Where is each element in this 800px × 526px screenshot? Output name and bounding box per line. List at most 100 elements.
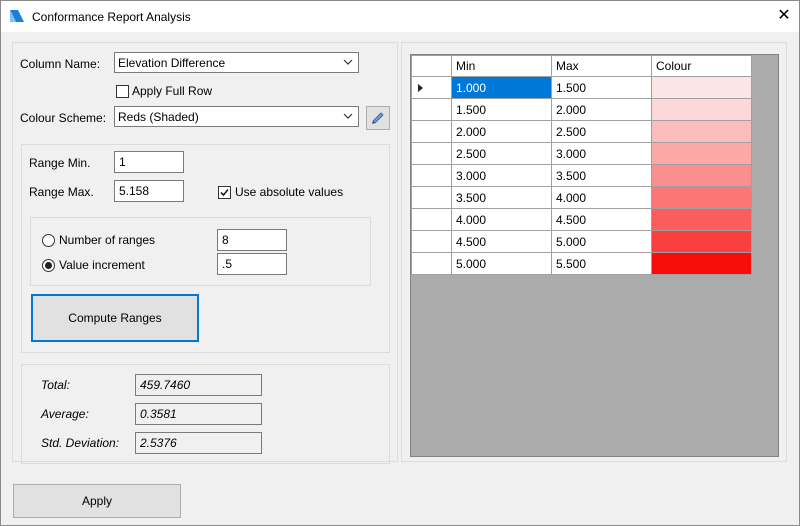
colour-scheme-value: Reds (Shaded)	[118, 110, 199, 124]
max-cell[interactable]: 4.500	[551, 208, 652, 231]
row-header[interactable]	[411, 76, 452, 99]
range-min-label: Range Min.	[29, 156, 91, 170]
row-header[interactable]	[411, 186, 452, 209]
max-cell[interactable]: 3.500	[551, 164, 652, 187]
grid-header-row: Min Max Colour	[411, 55, 752, 77]
close-button[interactable]: ✕	[773, 5, 795, 27]
min-cell[interactable]: 2.500	[451, 142, 552, 165]
table-row[interactable]: 5.000 5.500	[411, 252, 752, 275]
min-cell[interactable]: 3.500	[451, 186, 552, 209]
table-row[interactable]: 3.000 3.500	[411, 164, 752, 187]
colour-cell[interactable]	[651, 252, 752, 275]
colour-scheme-dropdown[interactable]: Reds (Shaded)	[114, 106, 359, 127]
apply-full-row-checkbox[interactable]	[116, 85, 129, 98]
number-of-ranges-radio[interactable]	[42, 234, 55, 247]
colour-swatch	[652, 187, 751, 208]
table-row[interactable]: 1.000 1.500	[411, 76, 752, 99]
colour-swatch	[652, 143, 751, 164]
average-label: Average:	[41, 407, 89, 421]
max-cell[interactable]: 2.000	[551, 98, 652, 121]
window-title: Conformance Report Analysis	[32, 10, 191, 24]
column-name-value: Elevation Difference	[118, 56, 226, 70]
max-column-header[interactable]: Max	[551, 55, 652, 77]
max-cell[interactable]: 4.000	[551, 186, 652, 209]
colour-cell[interactable]	[651, 186, 752, 209]
colour-swatch	[652, 99, 751, 120]
colour-cell[interactable]	[651, 76, 752, 99]
number-of-ranges-input[interactable]: 8	[217, 229, 287, 251]
table-row[interactable]: 1.500 2.000	[411, 98, 752, 121]
value-increment-input[interactable]: .5	[217, 253, 287, 275]
row-header[interactable]	[411, 208, 452, 231]
max-cell[interactable]: 5.500	[551, 252, 652, 275]
chevron-down-icon	[343, 113, 353, 119]
row-header[interactable]	[411, 252, 452, 275]
table-row[interactable]: 3.500 4.000	[411, 186, 752, 209]
colour-swatch	[652, 253, 751, 274]
row-header[interactable]	[411, 98, 452, 121]
column-name-dropdown[interactable]: Elevation Difference	[114, 52, 359, 73]
apply-button[interactable]: Apply	[13, 484, 181, 518]
chevron-down-icon	[343, 59, 353, 65]
max-cell[interactable]: 5.000	[551, 230, 652, 253]
colour-swatch	[652, 77, 751, 98]
current-row-arrow-icon	[418, 83, 423, 92]
std-deviation-value: 2.5376	[135, 432, 262, 454]
apply-full-row-label: Apply Full Row	[132, 84, 213, 98]
row-header[interactable]	[411, 120, 452, 143]
max-cell[interactable]: 3.000	[551, 142, 652, 165]
use-absolute-checkbox[interactable]	[218, 186, 231, 199]
max-cell[interactable]: 2.500	[551, 120, 652, 143]
colour-swatch	[652, 209, 751, 230]
colour-swatch	[652, 165, 751, 186]
table-row[interactable]: 2.500 3.000	[411, 142, 752, 165]
dialog-window: Conformance Report Analysis ✕ Column Nam…	[0, 0, 800, 526]
colour-cell[interactable]	[651, 120, 752, 143]
colour-column-header[interactable]: Colour	[651, 55, 752, 77]
min-cell[interactable]: 4.000	[451, 208, 552, 231]
colour-swatch	[652, 231, 751, 252]
table-row[interactable]: 4.000 4.500	[411, 208, 752, 231]
colour-cell[interactable]	[651, 142, 752, 165]
range-max-input[interactable]: 5.158	[114, 180, 184, 202]
column-name-label: Column Name:	[20, 57, 101, 71]
max-cell[interactable]: 1.500	[551, 76, 652, 99]
table-row[interactable]: 2.000 2.500	[411, 120, 752, 143]
use-absolute-label: Use absolute values	[235, 185, 344, 199]
colour-cell[interactable]	[651, 208, 752, 231]
range-min-input[interactable]: 1	[114, 151, 184, 173]
edit-scheme-button[interactable]	[366, 106, 390, 130]
min-cell[interactable]: 4.500	[451, 230, 552, 253]
min-cell[interactable]: 1.000	[451, 76, 552, 99]
pencil-icon	[372, 112, 384, 124]
value-increment-radio[interactable]	[42, 259, 55, 272]
min-cell[interactable]: 5.000	[451, 252, 552, 275]
ranges-table: Min Max Colour 1.000 1.500 1.500 2.000 2.000…	[411, 55, 752, 275]
total-label: Total:	[41, 378, 70, 392]
min-cell[interactable]: 3.000	[451, 164, 552, 187]
colour-cell[interactable]	[651, 98, 752, 121]
min-column-header[interactable]: Min	[451, 55, 552, 77]
title-bar: Conformance Report Analysis ✕	[1, 1, 799, 32]
colour-cell[interactable]	[651, 230, 752, 253]
min-cell[interactable]: 1.500	[451, 98, 552, 121]
colour-cell[interactable]	[651, 164, 752, 187]
std-deviation-label: Std. Deviation:	[41, 436, 120, 450]
total-value: 459.7460	[135, 374, 262, 396]
range-mode-group	[30, 217, 371, 286]
min-cell[interactable]: 2.000	[451, 120, 552, 143]
row-header[interactable]	[411, 164, 452, 187]
checkmark-icon	[220, 188, 229, 197]
row-header[interactable]	[411, 142, 452, 165]
compute-ranges-button[interactable]: Compute Ranges	[31, 294, 199, 342]
value-increment-label: Value increment	[59, 258, 145, 272]
close-icon: ✕	[777, 7, 791, 24]
colour-scheme-label: Colour Scheme:	[20, 111, 107, 125]
range-max-label: Range Max.	[29, 185, 94, 199]
average-value: 0.3581	[135, 403, 262, 425]
table-row[interactable]: 4.500 5.000	[411, 230, 752, 253]
row-header[interactable]	[411, 230, 452, 253]
colour-swatch	[652, 121, 751, 142]
grid-corner-header	[411, 55, 452, 77]
ranges-grid[interactable]: Min Max Colour 1.000 1.500 1.500 2.000 2.000…	[410, 54, 779, 457]
